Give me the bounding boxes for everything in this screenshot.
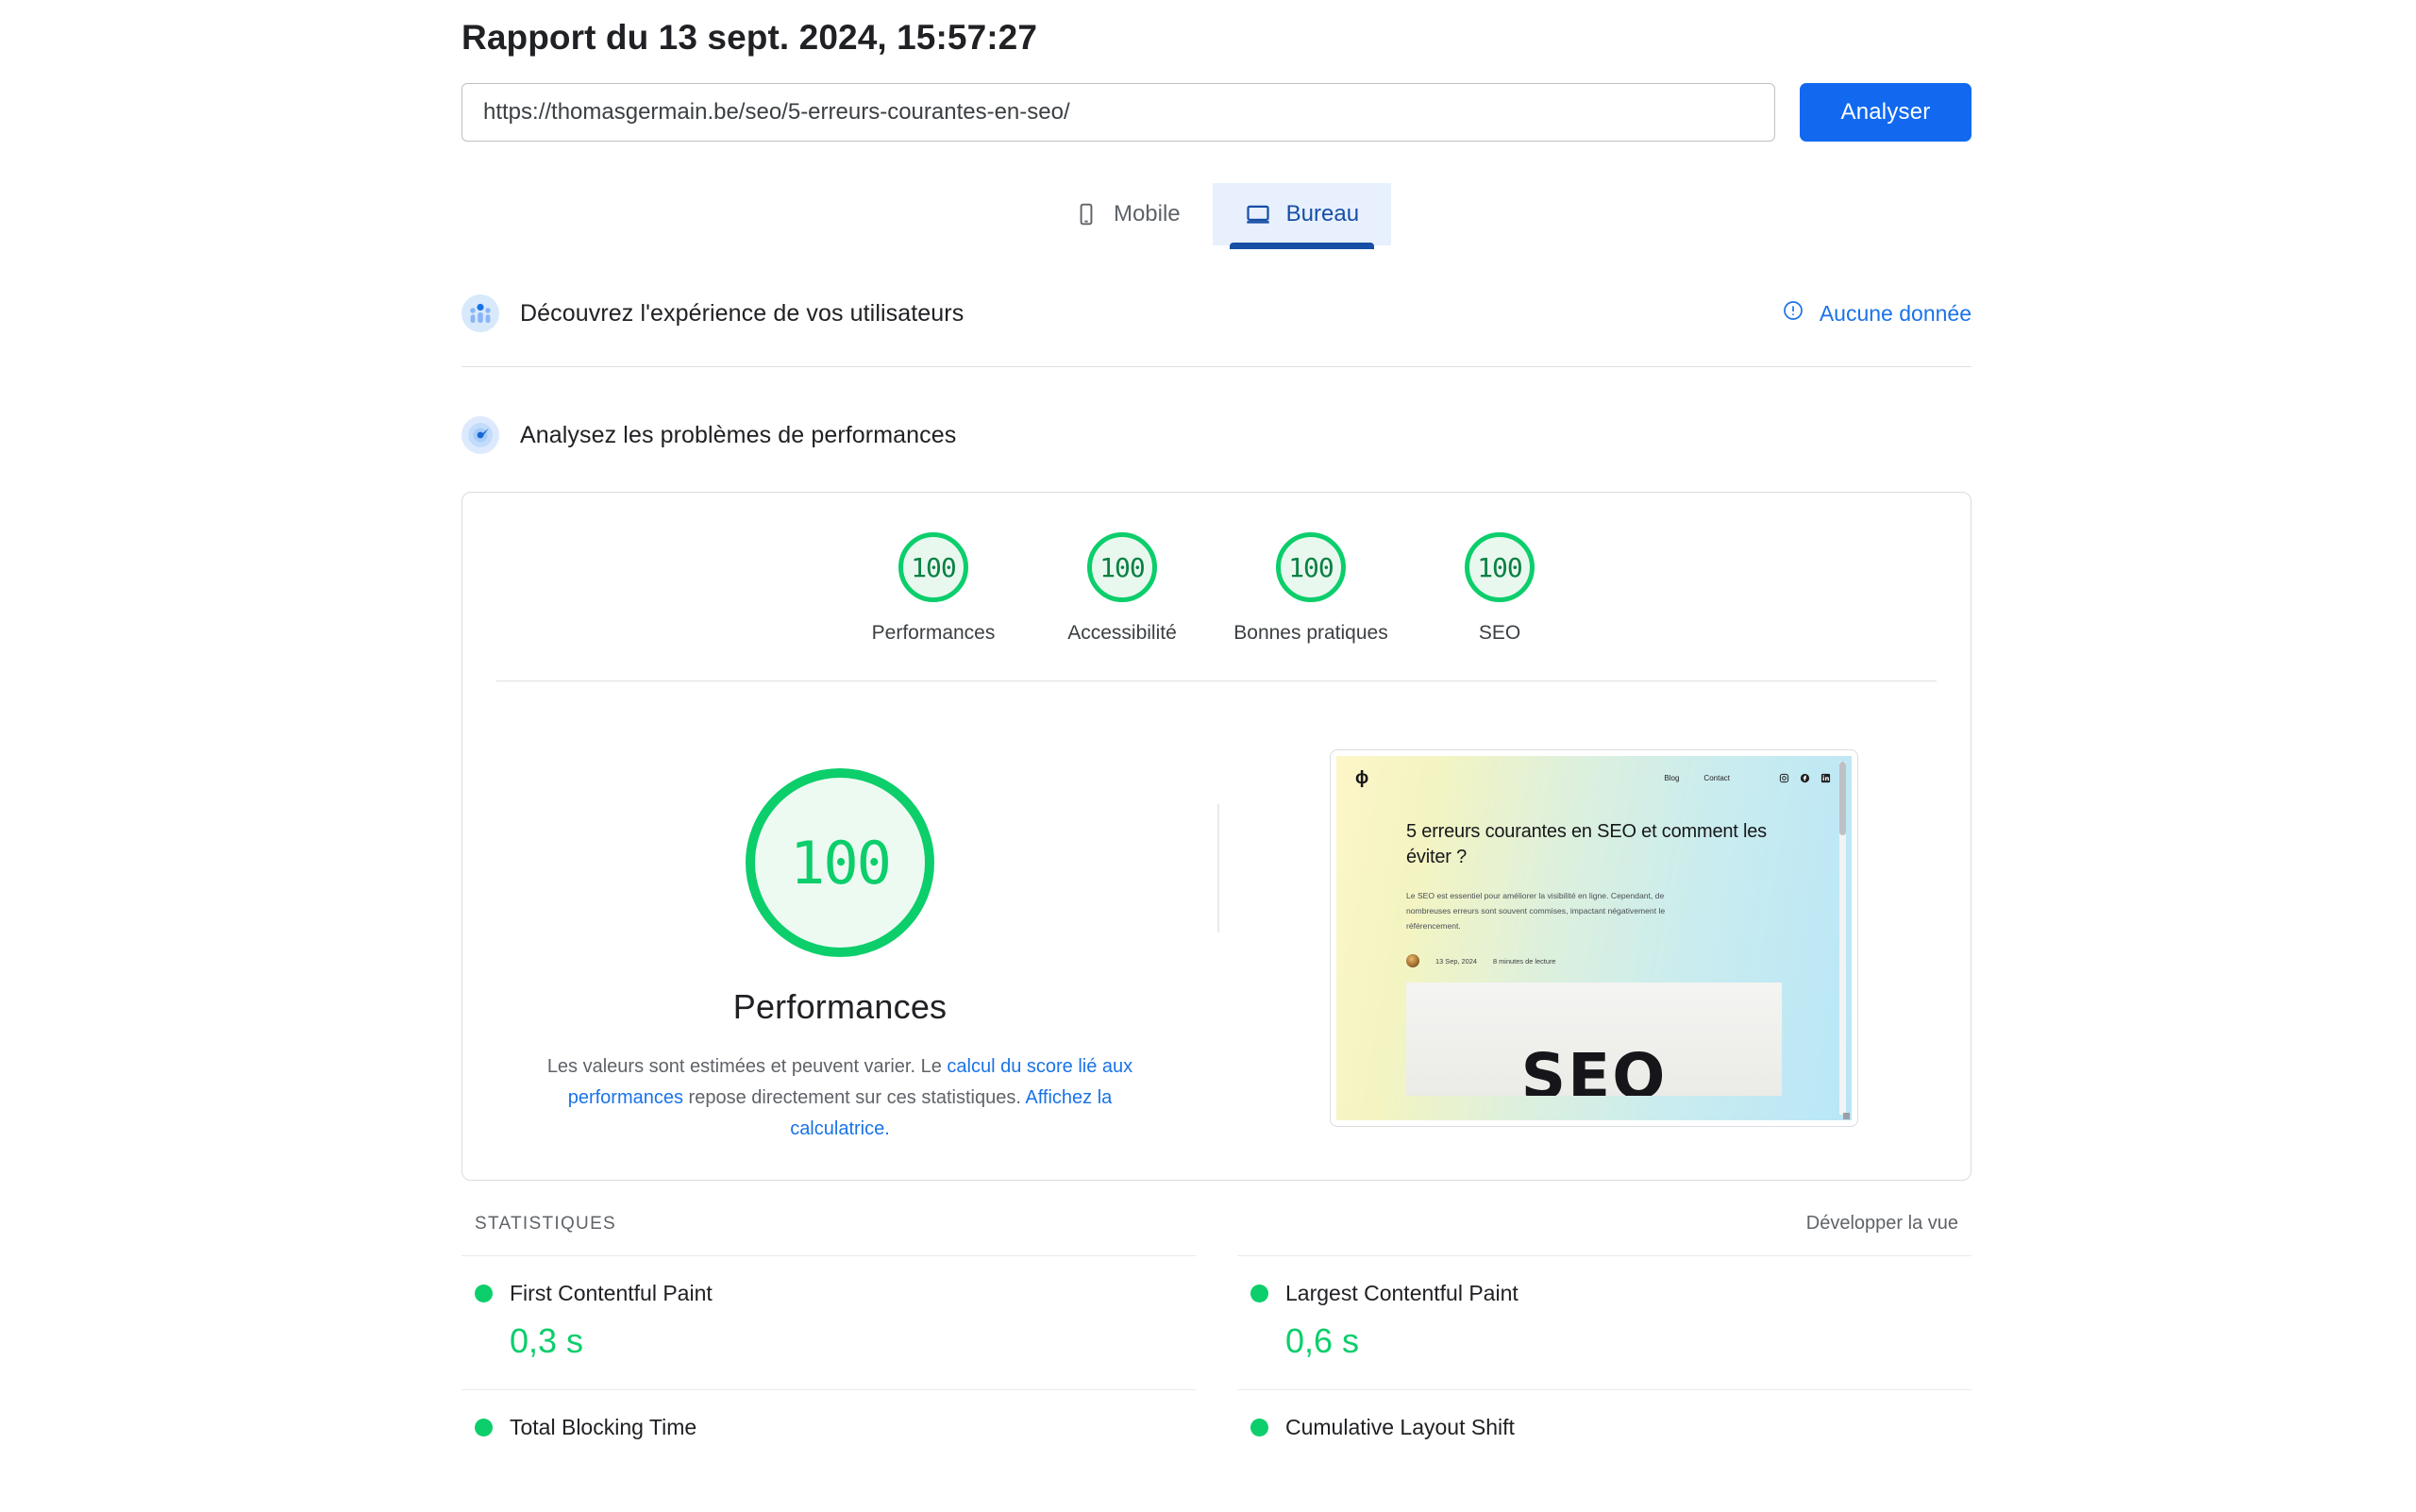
facebook-icon <box>1800 773 1810 783</box>
chip-performances[interactable]: 100 Performances <box>839 532 1028 645</box>
metric-first-contentful-paint[interactable]: First Contentful Paint 0,3 s <box>461 1255 1196 1389</box>
status-dot-icon <box>475 1419 493 1436</box>
statistics-header: STATISTIQUES Développer la vue <box>461 1213 1971 1235</box>
thumb-date: 13 Sep, 2024 <box>1435 956 1477 966</box>
page-title: Rapport du 13 sept. 2024, 15:57:27 <box>461 18 1038 57</box>
thumb-readtime: 8 minutes de lecture <box>1492 956 1556 966</box>
metric-value: 0,3 s <box>510 1321 584 1360</box>
pagespeed-insights-report: Rapport du 13 sept. 2024, 15:57:27 https… <box>0 0 2416 1512</box>
expand-view-button[interactable]: Développer la vue <box>1806 1213 1958 1235</box>
performance-gauge: 100 <box>746 768 934 957</box>
no-data-status[interactable]: Aucune donnée <box>1782 299 1971 328</box>
thumb-heading: 5 erreurs courantes en SEO et comment le… <box>1406 821 1767 867</box>
thumb-paragraph: Le SEO est essentiel pour améliorer la v… <box>1406 891 1666 931</box>
tab-desktop[interactable]: Bureau <box>1212 183 1392 249</box>
lab-data-header: Analysez les problèmes de performances <box>461 409 1971 462</box>
chip-label-seo: SEO <box>1478 622 1521 644</box>
resize-handle-icon[interactable] <box>1843 1113 1850 1119</box>
metric-name: Total Blocking Time <box>510 1415 697 1439</box>
speedometer-icon <box>461 416 499 454</box>
performance-report-card: 100 Performances 100 Accessibilité 100 B… <box>461 492 1971 1181</box>
performance-label: Performances <box>732 987 948 1026</box>
performance-score-panel: 100 Performances Les valeurs sont estimé… <box>462 738 1217 1180</box>
desktop-icon <box>1245 201 1271 227</box>
thumb-hero-text: SEO <box>1520 1040 1668 1096</box>
desc-part-1: Les valeurs sont estimées et peuvent var… <box>546 1056 948 1077</box>
section-divider <box>461 366 1971 367</box>
chip-label-performances: Performances <box>871 622 996 644</box>
metric-value: 0,6 s <box>1285 1321 1360 1360</box>
mobile-icon <box>1074 202 1099 227</box>
thumb-scrollbar-thumb[interactable] <box>1839 762 1846 835</box>
chip-gauge-performances: 100 <box>898 532 968 602</box>
status-dot-icon <box>1250 1285 1268 1302</box>
device-tabs: Mobile Bureau <box>461 183 1971 249</box>
thumb-meta: 13 Sep, 2024 8 minutes de lecture <box>1406 954 1782 967</box>
thumb-social-icons <box>1779 773 1831 783</box>
chip-gauge-bonnes-pratiques: 100 <box>1276 532 1346 602</box>
performance-description: Les valeurs sont estimées et peuvent var… <box>538 1051 1142 1145</box>
avatar <box>1406 954 1419 967</box>
instagram-icon <box>1779 773 1789 783</box>
thumb-nav-links: Blog Contact <box>1664 773 1831 783</box>
metric-head: Cumulative Layout Shift <box>1250 1415 1958 1440</box>
chip-label-accessibilite: Accessibilité <box>1067 622 1177 644</box>
url-input[interactable]: https://thomasgermain.be/seo/5-erreurs-c… <box>461 83 1775 142</box>
site-logo-icon: ϕ <box>1355 768 1369 788</box>
metric-head: First Contentful Paint <box>475 1281 1183 1306</box>
vertical-divider <box>1217 804 1219 932</box>
metric-name: Cumulative Layout Shift <box>1285 1415 1515 1439</box>
status-dot-icon <box>475 1285 493 1302</box>
lab-data-title: Analysez les problèmes de performances <box>520 421 957 448</box>
info-exclamation-icon <box>1782 299 1804 328</box>
chip-seo[interactable]: 100 SEO <box>1405 532 1594 645</box>
url-analyse-row: https://thomasgermain.be/seo/5-erreurs-c… <box>461 83 1971 142</box>
metric-largest-contentful-paint[interactable]: Largest Contentful Paint 0,6 s <box>1237 1255 1971 1389</box>
metric-total-blocking-time[interactable]: Total Blocking Time <box>461 1389 1196 1469</box>
status-dot-icon <box>1250 1419 1268 1436</box>
metric-name: Largest Contentful Paint <box>1285 1281 1518 1305</box>
metric-head: Total Blocking Time <box>475 1415 1183 1440</box>
metric-name: First Contentful Paint <box>510 1281 713 1305</box>
performance-summary-row: 100 Performances Les valeurs sont estimé… <box>462 681 1971 1180</box>
thumb-body: 5 erreurs courantes en SEO et comment le… <box>1336 787 1852 1096</box>
report-column: Rapport du 13 sept. 2024, 15:57:27 https… <box>461 0 1971 1469</box>
field-data-title: Découvrez l'expérience de vos utilisateu… <box>520 299 965 327</box>
chip-gauge-accessibilite: 100 <box>1087 532 1157 602</box>
chip-accessibilite[interactable]: 100 Accessibilité <box>1028 532 1216 645</box>
chip-gauge-seo: 100 <box>1465 532 1535 602</box>
linkedin-icon <box>1820 773 1831 783</box>
field-data-header: Découvrez l'expérience de vos utilisateu… <box>461 287 1971 340</box>
chip-label-bonnes-pratiques: Bonnes pratiques <box>1233 622 1388 644</box>
thumb-hero-image: SEO <box>1406 983 1782 1096</box>
thumb-scrollbar[interactable] <box>1839 762 1846 1115</box>
page-thumbnail-panel: ϕ Blog Contact 5 erreurs courantes en SE… <box>1217 738 1971 1180</box>
metrics-grid: First Contentful Paint 0,3 s Largest Con… <box>461 1255 1971 1469</box>
analyse-button[interactable]: Analyser <box>1800 83 1971 142</box>
users-experience-icon <box>461 294 499 332</box>
thumb-nav-contact: Contact <box>1703 774 1730 782</box>
no-data-label: Aucune donnée <box>1819 300 1971 326</box>
desc-part-2: repose directement sur ces statistiques. <box>682 1087 1026 1108</box>
page-screenshot: ϕ Blog Contact 5 erreurs courantes en SE… <box>1336 756 1852 1120</box>
metric-head: Largest Contentful Paint <box>1250 1281 1958 1306</box>
statistics-title: STATISTIQUES <box>475 1214 617 1234</box>
tab-mobile-label: Mobile <box>1113 201 1181 227</box>
page-screenshot-frame[interactable]: ϕ Blog Contact 5 erreurs courantes en SE… <box>1330 749 1858 1127</box>
category-score-chips: 100 Performances 100 Accessibilité 100 B… <box>462 493 1971 645</box>
tab-mobile[interactable]: Mobile <box>1042 183 1213 245</box>
metric-cumulative-layout-shift[interactable]: Cumulative Layout Shift <box>1237 1389 1971 1469</box>
thumb-nav-blog: Blog <box>1664 774 1680 782</box>
tab-desktop-label: Bureau <box>1285 201 1360 227</box>
chip-bonnes-pratiques[interactable]: 100 Bonnes pratiques <box>1216 532 1405 645</box>
thumb-nav: ϕ Blog Contact <box>1336 756 1852 787</box>
